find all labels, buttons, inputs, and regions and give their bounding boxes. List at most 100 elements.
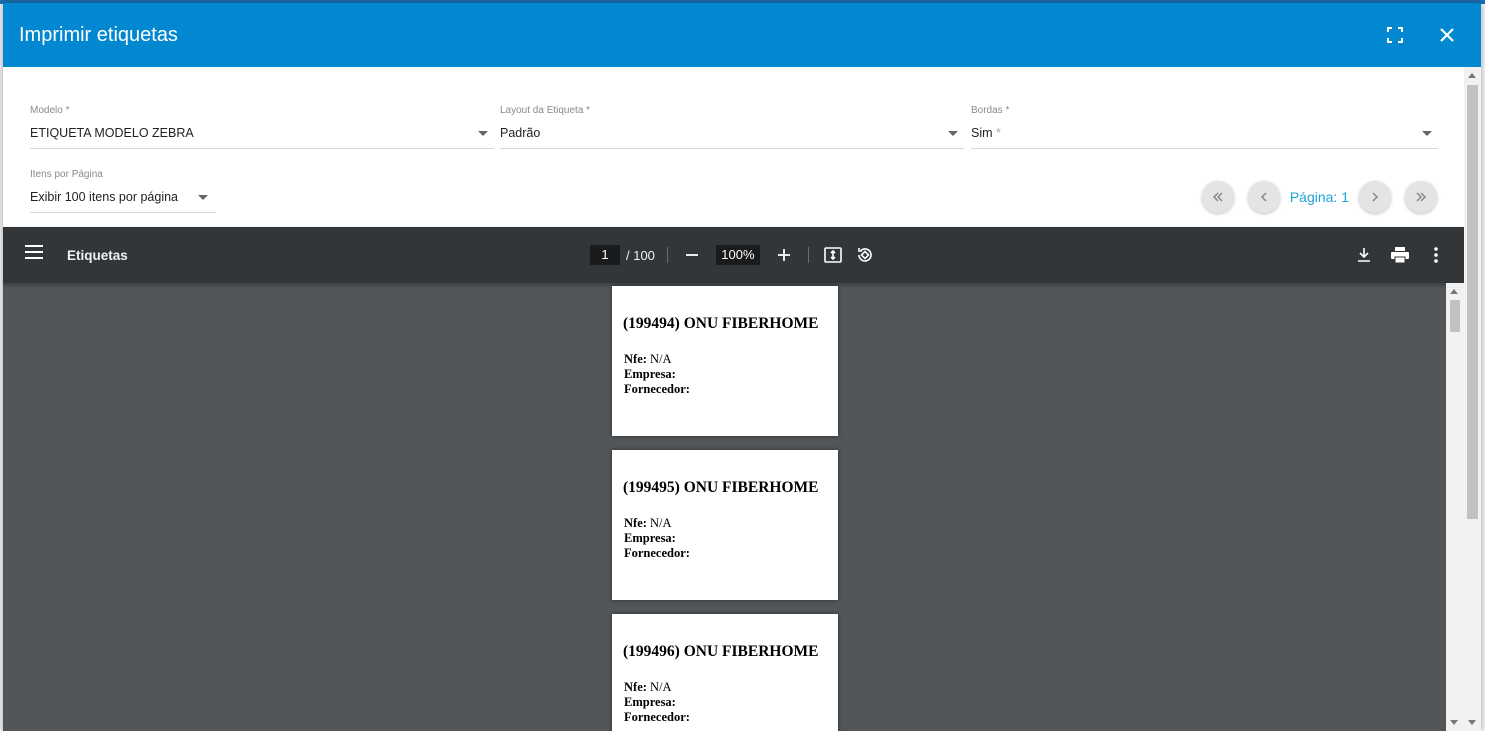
empresa-label: Empresa: — [624, 531, 676, 545]
label-title: (199496) ONU FIBERHOME — [623, 643, 819, 660]
fornecedor-label: Fornecedor: — [624, 710, 690, 724]
toolbar-divider — [807, 247, 809, 263]
nfe-value: N/A — [646, 516, 672, 530]
chevron-down-icon — [1422, 131, 1432, 136]
label-fornecedor: Fornecedor: — [624, 546, 690, 561]
download-icon — [1358, 248, 1370, 262]
fit-page-button[interactable] — [821, 243, 845, 267]
pdf-title: Etiquetas — [67, 248, 128, 263]
label-nfe: Nfe: N/A — [624, 516, 672, 531]
chevron-down-icon — [198, 195, 208, 200]
label-fornecedor: Fornecedor: — [624, 710, 690, 725]
printer-icon — [1391, 247, 1409, 263]
label-nfe: Nfe: N/A — [624, 680, 672, 695]
dialog-scrollbar[interactable] — [1464, 67, 1481, 731]
page-indicator: Página: 1 — [1289, 189, 1349, 205]
layout-underline — [500, 148, 964, 149]
layout-value: Padrão — [500, 126, 541, 140]
label-page: (199495) ONU FIBERHOME Nfe: N/A Empresa:… — [612, 450, 838, 600]
bordas-value: Sim — [971, 126, 993, 140]
hamburger-menu-icon — [25, 245, 43, 259]
modelo-select[interactable]: Modelo * ETIQUETA MODELO ZEBRA — [30, 105, 494, 149]
layout-label: Layout da Etiqueta * — [500, 105, 591, 116]
pagination: Página: 1 — [1188, 181, 1437, 213]
fullscreen-icon — [1387, 27, 1403, 43]
scroll-up-icon[interactable] — [1450, 289, 1458, 294]
scroll-down-icon[interactable] — [1450, 720, 1458, 725]
nfe-value: N/A — [646, 352, 672, 366]
close-icon — [1440, 28, 1454, 42]
bordas-select[interactable]: Bordas * Sim * — [971, 105, 1438, 149]
label-title: (199495) ONU FIBERHOME — [623, 479, 819, 496]
bordas-underline — [971, 148, 1438, 149]
zoom-in-button[interactable] — [772, 243, 796, 267]
pdf-pages: (199494) ONU FIBERHOME Nfe: N/A Empresa:… — [3, 283, 1446, 731]
itens-underline — [30, 212, 216, 213]
label-page: (199496) ONU FIBERHOME Nfe: N/A Empresa:… — [612, 614, 838, 731]
zoom-out-button[interactable] — [680, 243, 704, 267]
rotate-button[interactable] — [853, 243, 877, 267]
fornecedor-label: Fornecedor: — [624, 382, 690, 396]
itens-label: Itens por Página — [30, 169, 103, 180]
nfe-value: N/A — [646, 680, 672, 694]
toolbar-divider — [666, 247, 668, 263]
chevron-down-icon — [948, 131, 958, 136]
menu-button[interactable] — [25, 245, 43, 264]
minus-icon — [685, 254, 698, 256]
label-options-form: Modelo * ETIQUETA MODELO ZEBRA Layout da… — [3, 67, 1481, 227]
more-options-button[interactable] — [1424, 243, 1448, 267]
double-chevron-right-icon — [1416, 192, 1427, 202]
dialog-title: Imprimir etiquetas — [19, 23, 178, 46]
dialog-header: Imprimir etiquetas — [3, 3, 1481, 67]
fullscreen-button[interactable] — [1377, 17, 1413, 53]
download-button[interactable] — [1352, 243, 1376, 267]
zoom-input[interactable]: 100% — [715, 245, 760, 265]
nfe-label: Nfe: — [624, 516, 647, 530]
label-empresa: Empresa: — [624, 367, 676, 382]
double-chevron-left-icon — [1212, 192, 1223, 202]
pdf-scrollbar[interactable] — [1446, 283, 1464, 731]
previous-page-button[interactable] — [1247, 181, 1280, 213]
nfe-label: Nfe: — [624, 352, 647, 366]
print-labels-dialog: Imprimir etiquetas Modelo * ETIQUETA MOD… — [3, 3, 1481, 731]
modelo-label: Modelo * — [30, 105, 70, 116]
chevron-down-icon — [478, 131, 488, 136]
close-button[interactable] — [1429, 17, 1465, 53]
layout-select[interactable]: Layout da Etiqueta * Padrão — [500, 105, 964, 149]
next-page-button[interactable] — [1359, 181, 1391, 213]
pdf-toolbar: Etiquetas 1 / 100 100% — [3, 227, 1464, 283]
pdf-scrollbar-thumb[interactable] — [1450, 300, 1460, 332]
scroll-down-icon[interactable] — [1468, 720, 1476, 725]
label-title: (199494) ONU FIBERHOME — [623, 315, 819, 332]
bordas-required-mark: * — [996, 126, 1001, 140]
empresa-label: Empresa: — [624, 367, 676, 381]
pdf-page-controls: 1 / 100 100% — [590, 243, 877, 267]
label-page: (199494) ONU FIBERHOME Nfe: N/A Empresa:… — [612, 286, 838, 436]
fornecedor-label: Fornecedor: — [624, 546, 690, 560]
first-page-button[interactable] — [1201, 181, 1234, 213]
pdf-viewer: Etiquetas 1 / 100 100% (199494) ONU FIBE… — [3, 227, 1464, 731]
last-page-button[interactable] — [1405, 181, 1437, 213]
label-fornecedor: Fornecedor: — [624, 382, 690, 397]
itens-por-pagina-select[interactable]: Itens por Página Exibir 100 itens por pá… — [30, 169, 216, 213]
page-number-input[interactable]: 1 — [590, 245, 620, 265]
print-button[interactable] — [1388, 243, 1412, 267]
pdf-actions — [1340, 243, 1448, 267]
bordas-value-wrap: Sim * — [971, 126, 1001, 140]
label-empresa: Empresa: — [624, 531, 676, 546]
page-total: / 100 — [626, 247, 655, 263]
scroll-up-icon[interactable] — [1468, 73, 1476, 78]
dialog-scrollbar-thumb[interactable] — [1467, 85, 1478, 519]
rotate-icon — [858, 248, 872, 262]
plus-icon — [777, 249, 790, 261]
more-vertical-icon — [1434, 247, 1438, 263]
label-empresa: Empresa: — [624, 695, 676, 710]
fit-to-page-icon — [824, 247, 842, 263]
itens-value: Exibir 100 itens por página — [30, 190, 179, 204]
label-nfe: Nfe: N/A — [624, 352, 672, 367]
chevron-left-icon — [1260, 192, 1267, 202]
nfe-label: Nfe: — [624, 680, 647, 694]
chevron-right-icon — [1372, 192, 1379, 202]
modelo-underline — [30, 148, 494, 149]
modelo-value: ETIQUETA MODELO ZEBRA — [30, 126, 194, 140]
